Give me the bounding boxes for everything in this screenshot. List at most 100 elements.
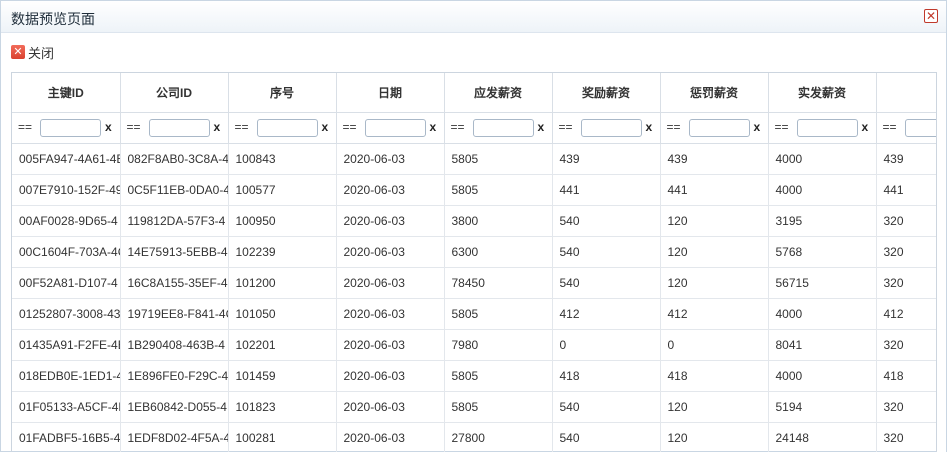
filter-cell: == x bbox=[660, 112, 769, 144]
table-row[interactable]: 00F52A81-D107-4 16C8A155-35EF-4 101200 2020… bbox=[12, 267, 936, 299]
filter-operator: == bbox=[18, 119, 33, 134]
filter-clear-icon[interactable]: x bbox=[538, 120, 545, 134]
table-cell: 19719EE8-F841-4C bbox=[120, 298, 229, 330]
table-cell: 101459 bbox=[228, 360, 337, 392]
table-cell: 101050 bbox=[228, 298, 337, 330]
table-row[interactable]: 00C1604F-703A-4C 14E75913-5EBB-4 102239 202… bbox=[12, 236, 936, 268]
table-cell: 412 bbox=[660, 298, 769, 330]
table-cell: 2020-06-03 bbox=[336, 422, 445, 452]
table-cell: 412 bbox=[876, 298, 936, 330]
table-cell: 16C8A155-35EF-4 bbox=[120, 267, 229, 299]
filter-clear-icon[interactable]: x bbox=[214, 120, 221, 134]
table-cell: 320 bbox=[876, 329, 936, 361]
table-cell: 4000 bbox=[768, 298, 877, 330]
filter-input[interactable] bbox=[40, 118, 101, 137]
filter-clear-icon[interactable]: x bbox=[105, 120, 112, 134]
dialog-titlebar: 数据预览页面 ✕ bbox=[1, 1, 946, 33]
filter-cell: == x bbox=[336, 112, 445, 144]
filter-clear-icon[interactable]: x bbox=[646, 120, 653, 134]
column-header[interactable]: 实发薪资 bbox=[768, 73, 877, 113]
table-cell: 2020-06-03 bbox=[336, 391, 445, 423]
table-cell: 320 bbox=[876, 391, 936, 423]
filter-clear-icon[interactable]: x bbox=[322, 120, 329, 134]
table-cell: 540 bbox=[552, 205, 661, 237]
close-icon: ✕ bbox=[11, 45, 25, 59]
filter-input[interactable] bbox=[688, 118, 750, 137]
close-button-label: 关闭 bbox=[28, 45, 55, 61]
scrollbar-thumb[interactable] bbox=[938, 73, 944, 373]
table-cell: 5768 bbox=[768, 236, 877, 268]
table-cell: 2020-06-03 bbox=[336, 236, 445, 268]
table-row[interactable]: 018EDB0E-1ED1-4 1E896FE0-F29C-49 101459 202… bbox=[12, 360, 936, 392]
table-row[interactable]: 00AF0028-9D65-4 119812DA-57F3-4 100950 2020… bbox=[12, 205, 936, 237]
table-row[interactable]: 007E7910-152F-49 0C5F11EB-0DA0-4 100577 202… bbox=[12, 174, 936, 206]
table-cell: 6300 bbox=[444, 236, 553, 268]
filter-clear-icon[interactable]: x bbox=[862, 120, 869, 134]
filter-input[interactable] bbox=[580, 118, 642, 137]
table-cell: 2020-06-03 bbox=[336, 329, 445, 361]
filter-input[interactable] bbox=[472, 118, 534, 137]
table-cell: 3195 bbox=[768, 205, 877, 237]
table-cell: 0 bbox=[660, 329, 769, 361]
filter-clear-icon[interactable]: x bbox=[430, 120, 437, 134]
table-row[interactable]: 01FADBF5-16B5-4 1EDF8D02-4F5A-4 100281 2020… bbox=[12, 422, 936, 452]
table-row[interactable]: 005FA947-4A61-4E 082F8AB0-3C8A-4 100843 202… bbox=[12, 143, 936, 175]
close-icon[interactable]: ✕ bbox=[924, 9, 938, 23]
filter-operator: == bbox=[882, 119, 897, 134]
table-cell: 418 bbox=[552, 360, 661, 392]
table-cell: 4000 bbox=[768, 174, 877, 206]
table-cell: 101823 bbox=[228, 391, 337, 423]
filter-input[interactable] bbox=[796, 118, 858, 137]
filter-input[interactable] bbox=[148, 118, 210, 137]
table-cell: 5805 bbox=[444, 174, 553, 206]
table-cell: 1EDF8D02-4F5A-4 bbox=[120, 422, 229, 452]
filter-input[interactable] bbox=[256, 118, 318, 137]
table-row[interactable]: 01435A91-F2FE-4E 1B290408-463B-4 102201 202… bbox=[12, 329, 936, 361]
table-cell: 320 bbox=[876, 236, 936, 268]
table-cell: 102239 bbox=[228, 236, 337, 268]
table-cell: 2020-06-03 bbox=[336, 143, 445, 175]
column-header[interactable]: 社 bbox=[876, 73, 936, 113]
column-header[interactable]: 奖励薪资 bbox=[552, 73, 661, 113]
filter-input[interactable] bbox=[364, 118, 426, 137]
table-cell: 320 bbox=[876, 205, 936, 237]
table-row[interactable]: 01252807-3008-43 19719EE8-F841-4C 101050 20… bbox=[12, 298, 936, 330]
column-header[interactable]: 主键ID bbox=[12, 73, 121, 113]
table-row[interactable]: 01F05133-A5CF-4E 1EB60842-D055-4 101823 202… bbox=[12, 391, 936, 423]
table-cell: 005FA947-4A61-4E bbox=[12, 143, 121, 175]
filter-cell: == x bbox=[552, 112, 661, 144]
table-cell: 120 bbox=[660, 422, 769, 452]
table-cell: 441 bbox=[552, 174, 661, 206]
filter-operator: == bbox=[234, 119, 249, 134]
table-cell: 120 bbox=[660, 236, 769, 268]
column-header[interactable]: 序号 bbox=[228, 73, 337, 113]
table-cell: 00AF0028-9D65-4 bbox=[12, 205, 121, 237]
table-cell: 78450 bbox=[444, 267, 553, 299]
filter-clear-icon[interactable]: x bbox=[754, 120, 761, 134]
column-header[interactable]: 公司ID bbox=[120, 73, 229, 113]
filter-input[interactable] bbox=[904, 118, 936, 137]
table-cell: 441 bbox=[660, 174, 769, 206]
table-cell: 418 bbox=[876, 360, 936, 392]
table-cell: 0 bbox=[552, 329, 661, 361]
table-cell: 5805 bbox=[444, 391, 553, 423]
table-cell: 540 bbox=[552, 267, 661, 299]
filter-operator: == bbox=[450, 119, 465, 134]
vertical-scrollbar[interactable] bbox=[937, 33, 946, 452]
table-cell: 439 bbox=[660, 143, 769, 175]
table-cell: 01435A91-F2FE-4E bbox=[12, 329, 121, 361]
table-cell: 7980 bbox=[444, 329, 553, 361]
table-cell: 01FADBF5-16B5-4 bbox=[12, 422, 121, 452]
column-header[interactable]: 应发薪资 bbox=[444, 73, 553, 113]
column-header[interactable]: 惩罚薪资 bbox=[660, 73, 769, 113]
data-grid: 主键ID公司ID序号日期应发薪资奖励薪资惩罚薪资实发薪资社 == x == x == x =… bbox=[11, 72, 937, 452]
table-cell: 8041 bbox=[768, 329, 877, 361]
table-cell: 540 bbox=[552, 391, 661, 423]
table-cell: 320 bbox=[876, 422, 936, 452]
close-button[interactable]: ✕ 关闭 bbox=[11, 43, 54, 61]
dialog-title: 数据预览页面 bbox=[11, 11, 95, 27]
filter-operator: == bbox=[342, 119, 357, 134]
column-header[interactable]: 日期 bbox=[336, 73, 445, 113]
table-cell: 2020-06-03 bbox=[336, 205, 445, 237]
table-cell: 439 bbox=[552, 143, 661, 175]
